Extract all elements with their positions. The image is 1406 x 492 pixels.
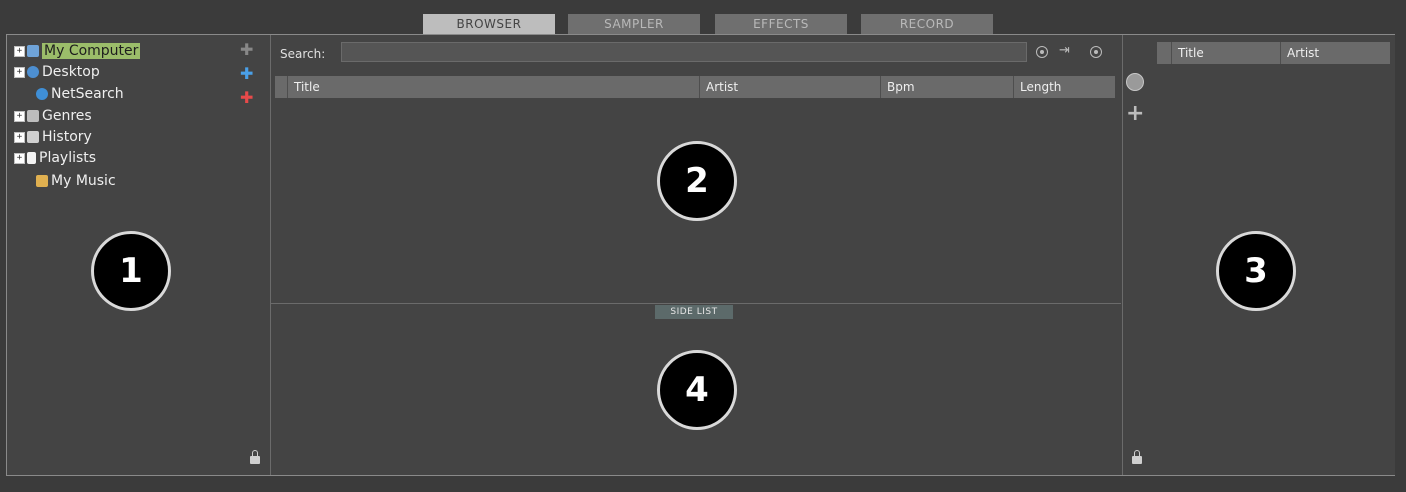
callout-badge-3: 3 xyxy=(1216,231,1296,311)
file-list-panel: Search: ⇥ Title Artist Bpm Length 2 SIDE… xyxy=(271,35,1121,475)
header-handle[interactable] xyxy=(1157,42,1171,64)
callout-badge-1: 1 xyxy=(91,231,171,311)
tree-item-history[interactable]: + History xyxy=(14,128,92,147)
callout-badge-4: 4 xyxy=(657,350,737,430)
tree-item-playlists[interactable]: + Playlists xyxy=(14,149,96,168)
side-list-button[interactable]: SIDE LIST xyxy=(655,305,733,319)
column-artist[interactable]: Artist xyxy=(699,76,880,98)
genres-icon xyxy=(27,110,39,122)
tree-item-label: History xyxy=(42,129,92,145)
add-column-icon[interactable]: ⇥ xyxy=(1059,43,1070,58)
expand-icon[interactable]: + xyxy=(14,45,25,57)
expand-icon[interactable]: + xyxy=(14,66,25,78)
computer-icon xyxy=(27,45,39,57)
folder-tree-panel: + My Computer + Desktop NetSearch + Genres … xyxy=(7,35,271,475)
search-label: Search: xyxy=(280,47,326,61)
music-folder-icon xyxy=(36,175,48,187)
tree-item-label: Genres xyxy=(42,108,92,124)
expand-icon[interactable]: + xyxy=(14,131,25,143)
tree-item-label: NetSearch xyxy=(51,86,124,102)
add-virtual-folder-icon[interactable]: ✚ xyxy=(240,66,256,82)
search-option-icon[interactable] xyxy=(1036,46,1048,58)
tree-item-label: My Music xyxy=(51,173,116,189)
desktop-icon xyxy=(27,66,39,78)
lock-icon[interactable] xyxy=(1132,450,1142,464)
tree-item-my-music[interactable]: My Music xyxy=(36,172,116,191)
column-bpm[interactable]: Bpm xyxy=(880,76,1013,98)
tree-item-my-computer[interactable]: + My Computer xyxy=(14,42,141,61)
column-artist[interactable]: Artist xyxy=(1280,42,1390,64)
column-title[interactable]: Title xyxy=(1171,42,1280,64)
tree-item-label: Playlists xyxy=(39,150,97,166)
column-length[interactable]: Length xyxy=(1013,76,1115,98)
history-icon xyxy=(27,131,39,143)
add-icon[interactable]: + xyxy=(1126,103,1144,125)
header-handle[interactable] xyxy=(275,76,287,98)
automix-list-header: Title Artist xyxy=(1157,42,1390,64)
splitter[interactable] xyxy=(271,303,1121,304)
add-playlist-folder-icon[interactable]: ✚ xyxy=(240,90,256,106)
add-filter-folder-icon[interactable]: ✚ xyxy=(240,42,256,58)
column-title[interactable]: Title xyxy=(287,76,699,98)
globe-icon xyxy=(36,88,48,100)
tab-sampler[interactable]: SAMPLER xyxy=(568,14,700,34)
lock-icon[interactable] xyxy=(250,450,260,464)
expand-icon[interactable]: + xyxy=(14,152,25,164)
search-settings-icon[interactable] xyxy=(1090,46,1102,58)
disc-icon[interactable] xyxy=(1126,73,1144,91)
tab-browser[interactable]: BROWSER xyxy=(423,14,555,34)
callout-badge-2: 2 xyxy=(657,141,737,221)
tree-item-netsearch[interactable]: NetSearch xyxy=(36,85,124,104)
tab-record[interactable]: RECORD xyxy=(861,14,993,34)
tree-item-desktop[interactable]: + Desktop xyxy=(14,63,100,82)
tab-effects[interactable]: EFFECTS xyxy=(715,14,847,34)
automix-panel: + Title Artist 3 xyxy=(1122,35,1395,475)
tree-item-genres[interactable]: + Genres xyxy=(14,107,92,126)
playlist-icon xyxy=(27,152,36,164)
expand-icon[interactable]: + xyxy=(14,110,25,122)
tree-item-label: My Computer xyxy=(42,43,141,59)
file-list-header: Title Artist Bpm Length xyxy=(275,76,1115,98)
tree-item-label: Desktop xyxy=(42,64,100,80)
search-input[interactable] xyxy=(341,42,1027,62)
